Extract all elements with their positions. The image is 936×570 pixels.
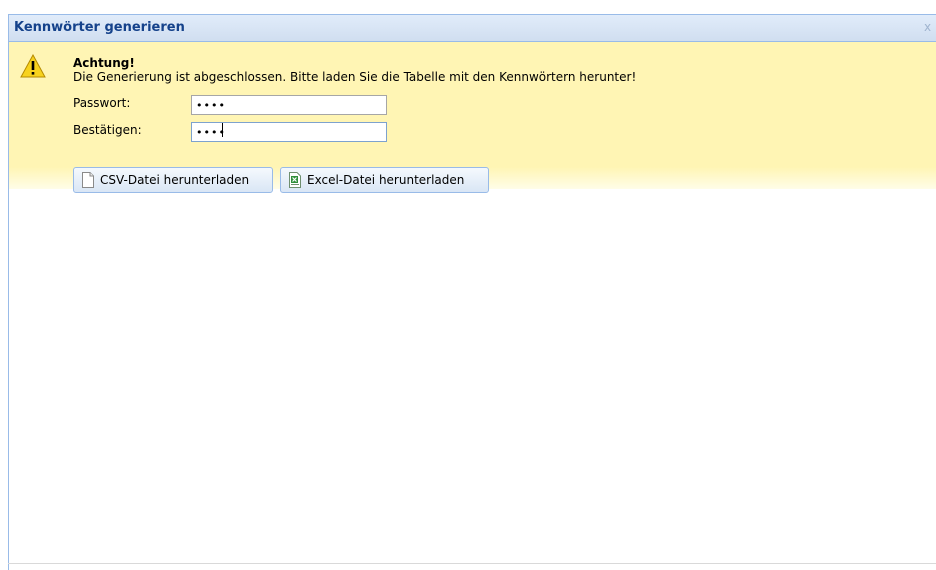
alert-title: Achtung!: [73, 56, 135, 70]
document-icon: [82, 172, 94, 188]
confirm-password-field[interactable]: [191, 122, 387, 142]
window-bottom-border: [8, 563, 936, 564]
confirm-label: Bestätigen:: [73, 123, 142, 137]
dialog-window: Kennwörter generieren x Achtung! Die Gen…: [8, 14, 936, 570]
warning-panel: Achtung! Die Generierung ist abgeschloss…: [9, 42, 936, 193]
password-field[interactable]: [191, 95, 387, 115]
alert-message: Die Generierung ist abgeschlossen. Bitte…: [73, 70, 637, 84]
text-cursor: [222, 123, 223, 137]
password-label: Passwort:: [73, 96, 131, 110]
close-icon[interactable]: x: [924, 20, 936, 34]
excel-download-button[interactable]: Excel-Datei herunterladen: [280, 167, 489, 193]
excel-download-label: Excel-Datei herunterladen: [307, 173, 465, 187]
csv-download-button[interactable]: CSV-Datei herunterladen: [73, 167, 273, 193]
csv-download-label: CSV-Datei herunterladen: [100, 173, 250, 187]
excel-file-icon: [289, 172, 301, 188]
dialog-title: Kennwörter generieren: [14, 20, 185, 35]
dialog-titlebar[interactable]: Kennwörter generieren x: [9, 15, 936, 42]
warning-icon: [20, 54, 46, 78]
